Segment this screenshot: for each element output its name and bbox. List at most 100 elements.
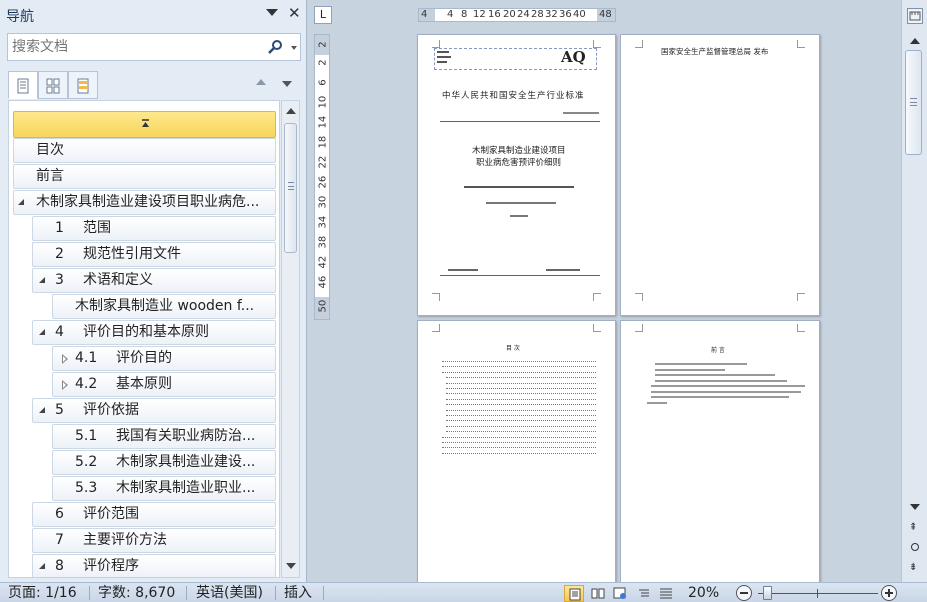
toc-line bbox=[442, 361, 596, 362]
heading-item[interactable]: 5 评价依据 bbox=[32, 398, 276, 423]
zoom-level[interactable]: 20% bbox=[688, 583, 719, 602]
document-title-line1: 木制家具制造业建设项目 bbox=[472, 146, 566, 156]
expanded-triangle-icon[interactable] bbox=[39, 329, 45, 335]
search-icon[interactable] bbox=[267, 39, 283, 55]
scroll-up-icon[interactable] bbox=[910, 38, 920, 44]
ruler-tick: 20 bbox=[503, 9, 516, 20]
grip-icon bbox=[910, 98, 917, 106]
next-heading-icon[interactable] bbox=[282, 81, 292, 87]
expanded-triangle-icon[interactable] bbox=[18, 199, 24, 205]
heading-item[interactable]: 8 评价程序 bbox=[32, 554, 276, 577]
heading-item[interactable]: 4.1 评价目的 bbox=[52, 346, 276, 371]
toc-line bbox=[446, 382, 596, 384]
scroll-up-icon[interactable] bbox=[286, 108, 296, 114]
document-page-3[interactable]: 目 次 bbox=[417, 320, 616, 585]
heading-number: 4.1 bbox=[75, 350, 98, 366]
web-layout-view-button[interactable] bbox=[610, 585, 630, 602]
vertical-ruler[interactable]: 2 2 6 10 14 18 22 26 30 34 38 42 46 50 bbox=[314, 34, 330, 320]
collapse-all-button[interactable] bbox=[13, 111, 276, 138]
collapsed-triangle-icon[interactable] bbox=[62, 380, 68, 390]
industry-standard-title: 中华人民共和国安全生产行业标准 bbox=[442, 91, 585, 101]
zoom-out-icon[interactable] bbox=[736, 585, 752, 601]
toc-line bbox=[446, 420, 596, 422]
ruler-tick: 38 bbox=[317, 235, 329, 249]
heading-item[interactable]: 1 范围 bbox=[32, 216, 276, 241]
heading-item[interactable]: 5.1 我国有关职业病防治... bbox=[52, 424, 276, 449]
heading-number: 5.1 bbox=[75, 428, 98, 444]
preface-title: 前 言 bbox=[711, 347, 725, 354]
ruler-tick: 50 bbox=[317, 299, 329, 313]
scroll-down-icon[interactable] bbox=[910, 504, 920, 510]
collapsed-triangle-icon[interactable] bbox=[62, 354, 68, 364]
heading-number: 2 bbox=[55, 246, 64, 262]
tab-browse-headings[interactable] bbox=[8, 71, 38, 99]
heading-item[interactable]: 4 评价目的和基本原则 bbox=[32, 320, 276, 345]
preface-line bbox=[651, 385, 805, 387]
word-count[interactable]: 字数: 8,670 bbox=[98, 583, 175, 602]
search-options-chevron-down-icon[interactable] bbox=[291, 46, 297, 50]
horizontal-ruler[interactable]: 4 4 8 12 16 20 24 28 32 36 40 48 bbox=[418, 8, 616, 22]
previous-page-icon[interactable]: ⇞ bbox=[909, 522, 917, 533]
headings-scrollbar[interactable] bbox=[281, 100, 300, 578]
navigation-pane: 导航 ✕ 搜索文档 目次 前言 木制家具制造业建设项目职业病危... 1 范围 … bbox=[0, 0, 307, 582]
select-browse-object-icon[interactable] bbox=[911, 543, 919, 551]
expanded-triangle-icon[interactable] bbox=[39, 277, 45, 283]
ruler-tick: 46 bbox=[317, 275, 329, 289]
outline-view-button[interactable] bbox=[634, 585, 654, 602]
print-layout-icon bbox=[569, 588, 581, 601]
document-page-4[interactable]: 前 言 bbox=[620, 320, 820, 585]
full-screen-reading-view-button[interactable] bbox=[588, 585, 608, 602]
preface-line bbox=[655, 368, 725, 371]
scroll-thumb[interactable] bbox=[905, 50, 922, 155]
expanded-triangle-icon[interactable] bbox=[39, 407, 45, 413]
search-box[interactable] bbox=[7, 33, 301, 61]
view-ruler-button[interactable] bbox=[907, 8, 923, 24]
heading-item[interactable]: 5.2 木制家具制造业建设... bbox=[52, 450, 276, 475]
insert-mode-indicator[interactable]: 插入 bbox=[284, 583, 312, 602]
toc-line bbox=[442, 366, 596, 368]
tab-selector-button[interactable]: L bbox=[314, 6, 332, 24]
tab-browse-results[interactable] bbox=[68, 71, 98, 99]
zoom-slider-track[interactable] bbox=[758, 593, 878, 594]
headings-tree: 目次 前言 木制家具制造业建设项目职业病危... 1 范围 2 规范性引用文件 … bbox=[8, 100, 280, 578]
heading-item[interactable]: 4.2 基本原则 bbox=[52, 372, 276, 397]
next-page-icon[interactable]: ⇟ bbox=[909, 562, 917, 573]
heading-item[interactable]: 木制家具制造业 wooden f... bbox=[52, 294, 276, 319]
document-page-1[interactable]: AQ 中华人民共和国安全生产行业标准 木制家具制造业建设项目 职业病危害预评价细… bbox=[417, 34, 616, 316]
expanded-triangle-icon[interactable] bbox=[39, 563, 45, 569]
tab-browse-pages[interactable] bbox=[38, 71, 68, 99]
scroll-thumb[interactable] bbox=[284, 123, 297, 253]
heading-text: 前言 bbox=[36, 168, 64, 184]
heading-item[interactable]: 前言 bbox=[13, 164, 276, 189]
search-input[interactable] bbox=[12, 37, 262, 57]
ruler-tick: 30 bbox=[317, 195, 329, 209]
nav-close-icon[interactable]: ✕ bbox=[288, 4, 301, 22]
toc-line bbox=[446, 377, 596, 379]
ruler-toggle-icon bbox=[909, 11, 921, 21]
heading-item[interactable]: 木制家具制造业建设项目职业病危... bbox=[13, 190, 276, 215]
heading-text: 木制家具制造业 wooden f... bbox=[75, 298, 255, 314]
ruler-tick: 36 bbox=[559, 9, 572, 20]
print-layout-view-button[interactable] bbox=[564, 585, 584, 602]
zoom-slider-center-mark bbox=[817, 589, 818, 598]
heading-item[interactable]: 6 评价范围 bbox=[32, 502, 276, 527]
heading-text: 目次 bbox=[36, 142, 64, 158]
heading-item[interactable]: 2 规范性引用文件 bbox=[32, 242, 276, 267]
heading-item[interactable]: 7 主要评价方法 bbox=[32, 528, 276, 553]
heading-item[interactable]: 5.3 木制家具制造业职业... bbox=[52, 476, 276, 501]
previous-heading-icon[interactable] bbox=[256, 79, 266, 85]
ruler-tick: 18 bbox=[317, 135, 329, 149]
document-page-2[interactable]: 国家安全生产监督管理总局 发布 bbox=[620, 34, 820, 316]
headings-icon bbox=[17, 78, 29, 94]
nav-options-chevron-down-icon[interactable] bbox=[266, 9, 278, 16]
zoom-slider-thumb[interactable] bbox=[763, 586, 772, 600]
heading-number: 8 bbox=[55, 558, 64, 574]
heading-item[interactable]: 3 术语和定义 bbox=[32, 268, 276, 293]
document-scrollbar[interactable]: ⇞ ⇟ bbox=[901, 0, 927, 582]
scroll-down-icon[interactable] bbox=[286, 563, 296, 569]
heading-item[interactable]: 目次 bbox=[13, 138, 276, 163]
page-count[interactable]: 页面: 1/16 bbox=[8, 583, 77, 602]
zoom-in-icon[interactable] bbox=[881, 585, 897, 601]
language-indicator[interactable]: 英语(美国) bbox=[196, 583, 263, 602]
draft-view-button[interactable] bbox=[656, 585, 676, 602]
